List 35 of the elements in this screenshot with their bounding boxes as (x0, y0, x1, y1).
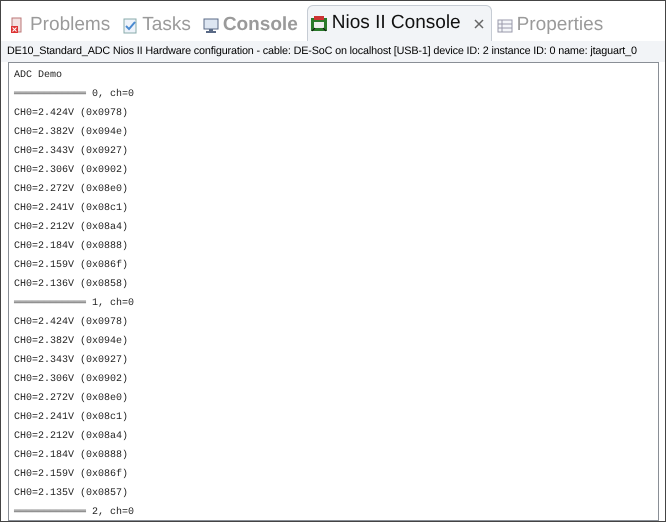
console-line: CH0=2.159V (0x086f) (14, 468, 128, 482)
console-line: CH0=2.184V (0x0888) (14, 240, 128, 254)
console-line: ════════════ 2, ch=0 (14, 506, 134, 520)
console-line: CH0=2.212V (0x08a4) (14, 220, 128, 236)
clipboard-icon (122, 16, 138, 34)
console-line: CH0=2.241V (0x08c1) (14, 202, 128, 216)
console-line: CH0=2.135V (0x0857) (14, 486, 128, 502)
console-line: ADC Demo (14, 69, 62, 84)
board-icon (310, 14, 328, 32)
console-line: CH0=2.343V (0x0927) (14, 354, 128, 368)
console-line: CH0=2.136V (0x0858) (14, 278, 128, 292)
view-tab[interactable]: Nios II Console (306, 5, 492, 41)
console-line: CH0=2.424V (0x0978) (14, 316, 128, 330)
console-line: CH0=2.184V (0x0888) (14, 448, 128, 464)
view-tab[interactable]: Tasks (119, 9, 198, 41)
console-line: CH0=2.306V (0x0902) (14, 372, 128, 388)
console-line: ════════════ 1, ch=0 (14, 296, 134, 312)
console-line: CH0=2.343V (0x0927) (14, 144, 128, 160)
close-icon[interactable] (472, 18, 485, 30)
console-line: CH0=2.272V (0x08e0) (14, 392, 128, 406)
console-line: CH0=2.272V (0x08e0) (14, 182, 128, 198)
console-line: CH0=2.306V (0x0902) (14, 164, 128, 178)
table-icon (496, 16, 513, 34)
console-line: CH0=2.159V (0x086f) (14, 258, 128, 274)
monitor-icon (202, 16, 219, 34)
console-line: CH0=2.241V (0x08c1) (14, 410, 128, 426)
console-line: CH0=2.382V (0x094e) (14, 126, 128, 140)
console-line: ════════════ 0, ch=0 (14, 88, 134, 102)
view-tab[interactable]: Properties (494, 9, 610, 41)
view-tab[interactable]: Console (200, 9, 305, 41)
console-line: CH0=2.424V (0x0978) (14, 106, 128, 122)
console-description: DE10_Standard_ADC Nios II Hardware configuration - cable: DE-SoC on localhost [USB-1] device ID: 2 instance ID: 0 name: jtaguart_0 (1, 41, 665, 62)
console-line: CH0=2.212V (0x08a4) (14, 430, 128, 444)
console-line: CH0=2.382V (0x094e) (14, 334, 128, 350)
view-tab[interactable]: Problems (7, 9, 118, 41)
